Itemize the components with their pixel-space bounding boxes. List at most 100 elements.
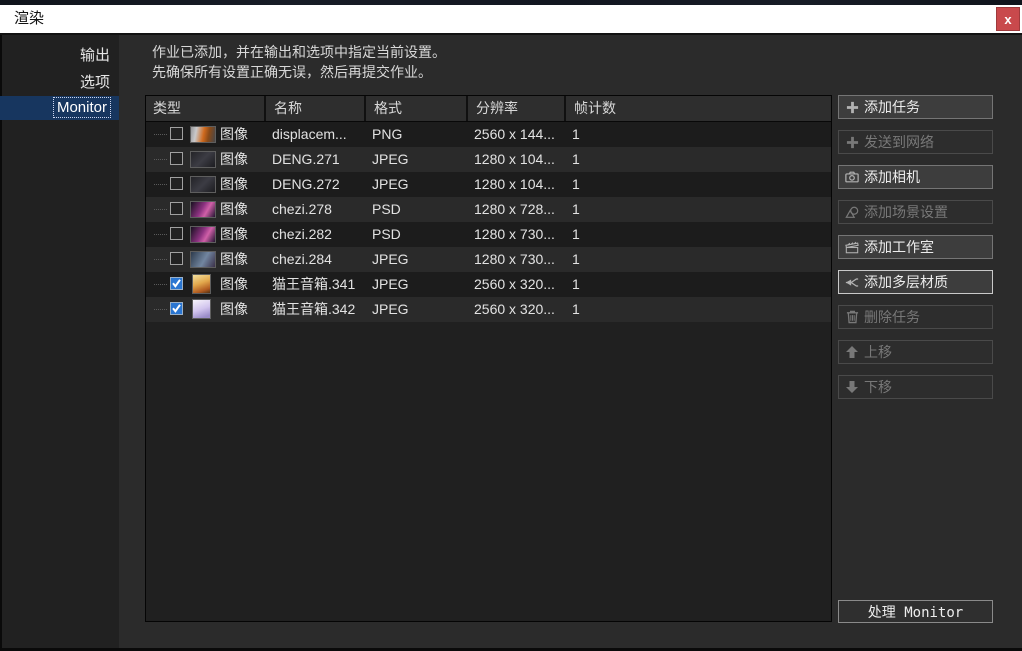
- table-row[interactable]: 图像 chezi.282 PSD 1280 x 730... 1: [146, 222, 831, 247]
- job-table: 类型 名称 格式 分辨率 帧计数 图像 displacem... PNG 2560 x…: [145, 95, 832, 622]
- arrow-up-icon: [844, 344, 860, 360]
- row-resolution: 2560 x 320...: [474, 276, 555, 292]
- column-header-resolution[interactable]: 分辨率: [466, 96, 564, 121]
- column-header-type[interactable]: 类型: [146, 96, 264, 121]
- tree-line: [154, 184, 167, 185]
- add-multilayer-material-button[interactable]: 添加多层材质: [838, 270, 993, 294]
- arrow-down-icon: [844, 379, 860, 395]
- row-format: PSD: [372, 201, 401, 217]
- column-header-framecount[interactable]: 帧计数: [564, 96, 831, 121]
- table-body: 图像 displacem... PNG 2560 x 144... 1 图像 DENG.27…: [146, 122, 831, 322]
- row-framecount: 1: [572, 126, 580, 142]
- row-format: JPEG: [372, 301, 409, 317]
- delete-task-button[interactable]: 删除任务: [838, 305, 993, 329]
- plus-icon: [844, 134, 860, 150]
- row-type-label: 图像: [220, 126, 248, 142]
- table-row[interactable]: 图像 DENG.271 JPEG 1280 x 104... 1: [146, 147, 831, 172]
- action-button-label: 添加场景设置: [864, 204, 948, 220]
- table-row[interactable]: 图像 displacem... PNG 2560 x 144... 1: [146, 122, 831, 147]
- info-message: 作业已添加，并在输出和选项中指定当前设置。 先确保所有设置正确无误，然后再提交作…: [152, 42, 446, 82]
- action-button-label: 添加任务: [864, 99, 920, 115]
- action-button-label: 添加工作室: [864, 239, 934, 255]
- row-checkbox[interactable]: [170, 177, 183, 190]
- row-framecount: 1: [572, 301, 580, 317]
- action-button-label: 发送到网络: [864, 134, 934, 150]
- row-checkbox[interactable]: [170, 152, 183, 165]
- row-type-label: 图像: [220, 176, 248, 192]
- add-camera-button[interactable]: 添加相机: [838, 165, 993, 189]
- row-resolution: 2560 x 144...: [474, 126, 555, 142]
- row-resolution: 1280 x 730...: [474, 226, 555, 242]
- sidebar: 输出 选项 Monitor: [0, 35, 119, 648]
- tree-line: [154, 259, 167, 260]
- action-button-label: 添加相机: [864, 169, 920, 185]
- row-checkbox[interactable]: [170, 302, 183, 315]
- tree-line: [154, 234, 167, 235]
- branch-icon: [844, 274, 860, 290]
- row-type-label: 图像: [220, 276, 248, 292]
- titlebar: 渲染: [0, 5, 1022, 33]
- row-framecount: 1: [572, 201, 580, 217]
- row-resolution: 1280 x 104...: [474, 176, 555, 192]
- add-scene-settings-button[interactable]: 添加场景设置: [838, 200, 993, 224]
- sidebar-item-options[interactable]: 选项: [0, 71, 119, 95]
- row-checkbox[interactable]: [170, 252, 183, 265]
- row-format: JPEG: [372, 276, 409, 292]
- tree-line: [154, 209, 167, 210]
- tree-line: [154, 309, 167, 310]
- row-format: JPEG: [372, 151, 409, 167]
- close-button[interactable]: x: [996, 7, 1020, 31]
- row-type-label: 图像: [220, 151, 248, 167]
- row-checkbox[interactable]: [170, 277, 183, 290]
- info-message-line2: 先确保所有设置正确无误，然后再提交作业。: [152, 64, 432, 80]
- row-name: chezi.284: [272, 251, 332, 267]
- sidebar-item-output[interactable]: 输出: [0, 44, 119, 68]
- column-header-format[interactable]: 格式: [364, 96, 466, 121]
- action-button-label: 上移: [864, 344, 892, 360]
- table-row[interactable]: 图像 chezi.278 PSD 1280 x 728... 1: [146, 197, 831, 222]
- column-header-name[interactable]: 名称: [264, 96, 364, 121]
- row-name: chezi.282: [272, 226, 332, 242]
- tree-line: [154, 284, 167, 285]
- row-checkbox[interactable]: [170, 227, 183, 240]
- row-thumbnail: [190, 151, 216, 168]
- titlebar-divider: [0, 33, 1022, 35]
- row-checkbox[interactable]: [170, 127, 183, 140]
- table-row[interactable]: 图像 DENG.272 JPEG 1280 x 104... 1: [146, 172, 831, 197]
- add-studio-button[interactable]: 添加工作室: [838, 235, 993, 259]
- row-checkbox[interactable]: [170, 202, 183, 215]
- table-row[interactable]: 图像 chezi.284 JPEG 1280 x 730... 1: [146, 247, 831, 272]
- row-thumbnail: [190, 176, 216, 193]
- move-down-button[interactable]: 下移: [838, 375, 993, 399]
- action-button-label: 下移: [864, 379, 892, 395]
- row-resolution: 1280 x 104...: [474, 151, 555, 167]
- add-task-button[interactable]: 添加任务: [838, 95, 993, 119]
- row-thumbnail: [190, 226, 216, 243]
- row-type-label: 图像: [220, 201, 248, 217]
- sidebar-item-label: 选项: [79, 74, 110, 91]
- row-type-label: 图像: [220, 226, 248, 242]
- row-name: DENG.272: [272, 176, 340, 192]
- plus-icon: [844, 99, 860, 115]
- row-framecount: 1: [572, 226, 580, 242]
- sidebar-item-label: 输出: [79, 47, 110, 64]
- table-header: 类型 名称 格式 分辨率 帧计数: [146, 96, 831, 122]
- process-monitor-button[interactable]: 处理 Monitor: [838, 600, 993, 623]
- move-up-button[interactable]: 上移: [838, 340, 993, 364]
- info-message-line1: 作业已添加，并在输出和选项中指定当前设置。: [152, 44, 446, 60]
- table-row[interactable]: 图像 猫王音箱.341 JPEG 2560 x 320... 1: [146, 272, 831, 297]
- clapperboard-icon: [844, 239, 860, 255]
- row-resolution: 1280 x 730...: [474, 251, 555, 267]
- tree-line: [154, 134, 167, 135]
- row-thumbnail: [190, 126, 216, 143]
- row-name: displacem...: [272, 126, 347, 142]
- process-monitor-label: 处理 Monitor: [867, 604, 964, 621]
- close-icon: x: [1004, 11, 1012, 27]
- send-to-network-button[interactable]: 发送到网络: [838, 130, 993, 154]
- sidebar-item-monitor[interactable]: Monitor: [0, 96, 119, 120]
- row-resolution: 2560 x 320...: [474, 301, 555, 317]
- table-row[interactable]: 图像 猫王音箱.342 JPEG 2560 x 320... 1: [146, 297, 831, 322]
- row-framecount: 1: [572, 251, 580, 267]
- row-name: chezi.278: [272, 201, 332, 217]
- window-title: 渲染: [14, 10, 45, 27]
